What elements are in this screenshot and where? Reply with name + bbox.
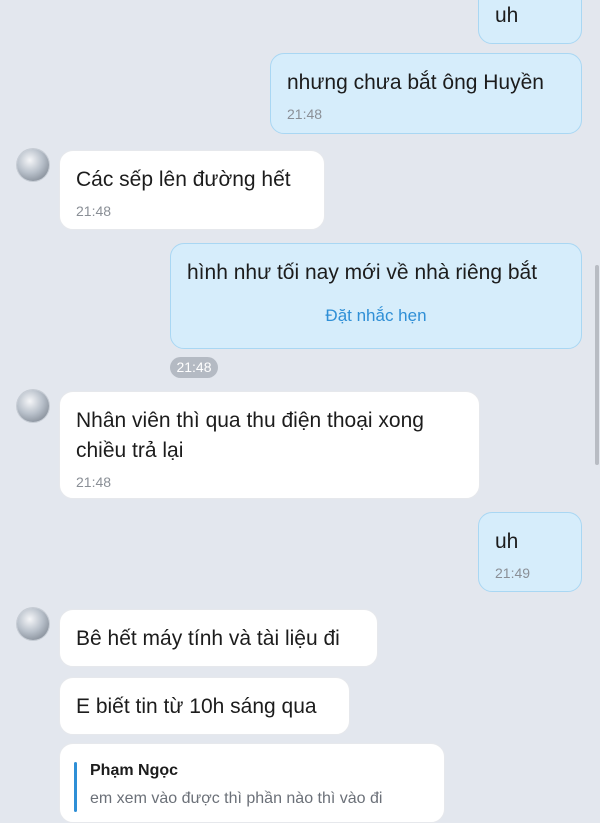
message-text: uh <box>495 4 519 27</box>
quoted-reply-bubble[interactable]: Phạm Ngọc em xem vào được thì phần nào t… <box>59 743 445 823</box>
message-time: 21:49 <box>495 565 531 581</box>
message-text: Các sếp lên đường hết <box>76 168 291 191</box>
message-bubble-incoming[interactable]: Các sếp lên đường hết 21:48 <box>59 150 325 230</box>
message-bubble-incoming[interactable]: Bê hết máy tính và tài liệu đi <box>59 609 378 667</box>
message-bubble-outgoing[interactable]: uh <box>478 0 582 44</box>
quote-sender-name: Phạm Ngọc <box>90 762 179 779</box>
quote-accent-bar <box>74 762 77 812</box>
scrollbar[interactable] <box>595 265 599 465</box>
message-time: 21:48 <box>76 474 112 490</box>
message-bubble-outgoing[interactable]: hình như tối nay mới về nhà riêng bắt Đặ… <box>170 243 582 349</box>
message-bubble-incoming[interactable]: Nhân viên thì qua thu điện thoại xong ch… <box>59 391 480 499</box>
quote-text: em xem vào được thì phần nào thì vào đi <box>90 790 383 807</box>
set-reminder-link[interactable]: Đặt nhắc hẹn <box>187 306 565 326</box>
message-bubble-outgoing[interactable]: uh 21:49 <box>478 512 582 592</box>
message-bubble-incoming[interactable]: E biết tin từ 10h sáng qua <box>59 677 350 735</box>
message-text-line: chiều trả lại <box>76 439 184 462</box>
contact-avatar[interactable] <box>17 608 49 640</box>
message-text: E biết tin từ 10h sáng qua <box>76 695 317 718</box>
message-text: nhưng chưa bắt ông Huyền <box>287 71 544 94</box>
contact-avatar[interactable] <box>17 390 49 422</box>
message-time: 21:48 <box>287 106 323 122</box>
message-text: Bê hết máy tính và tài liệu đi <box>76 627 340 650</box>
contact-avatar[interactable] <box>17 149 49 181</box>
message-time: 21:48 <box>76 203 112 219</box>
message-bubble-outgoing[interactable]: nhưng chưa bắt ông Huyền 21:48 <box>270 53 582 134</box>
message-text-line: Nhân viên thì qua thu điện thoại xong <box>76 409 424 432</box>
message-text: uh <box>495 530 519 553</box>
message-time-badge: 21:48 <box>170 357 218 378</box>
message-text: hình như tối nay mới về nhà riêng bắt <box>187 261 538 284</box>
